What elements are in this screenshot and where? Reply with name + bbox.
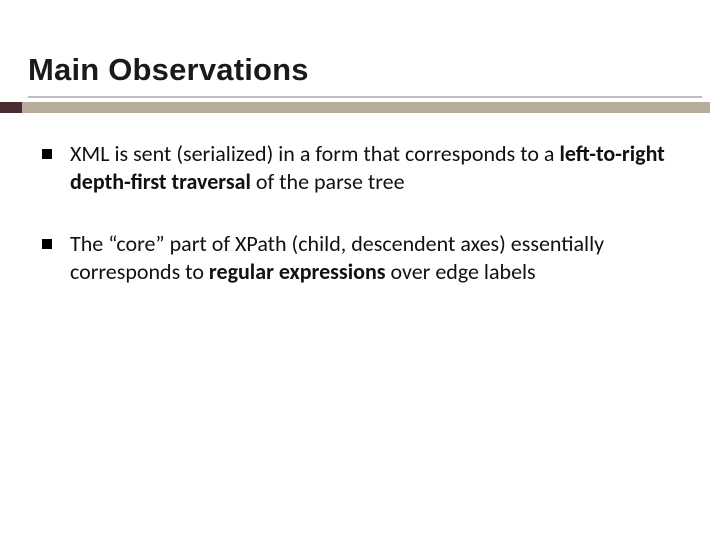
text-run: over edge labels xyxy=(386,258,536,285)
bullet-text: The “core” part of XPath (child, descend… xyxy=(70,230,678,286)
list-item: The “core” part of XPath (child, descend… xyxy=(42,230,678,286)
text-run: of the parse tree xyxy=(251,168,405,195)
accent-block xyxy=(0,102,22,113)
horizontal-band xyxy=(0,102,710,113)
square-bullet-icon xyxy=(42,239,52,249)
square-bullet-icon xyxy=(42,149,52,159)
slide-title: Main Observations xyxy=(28,52,309,88)
list-item: XML is sent (serialized) in a form that … xyxy=(42,140,678,196)
bullet-text: XML is sent (serialized) in a form that … xyxy=(70,140,678,196)
text-run-bold: regular expressions xyxy=(209,258,386,285)
title-underline xyxy=(28,96,702,98)
content-area: XML is sent (serialized) in a form that … xyxy=(42,140,678,321)
text-run: XML is sent (serialized) in a form that … xyxy=(70,140,559,167)
